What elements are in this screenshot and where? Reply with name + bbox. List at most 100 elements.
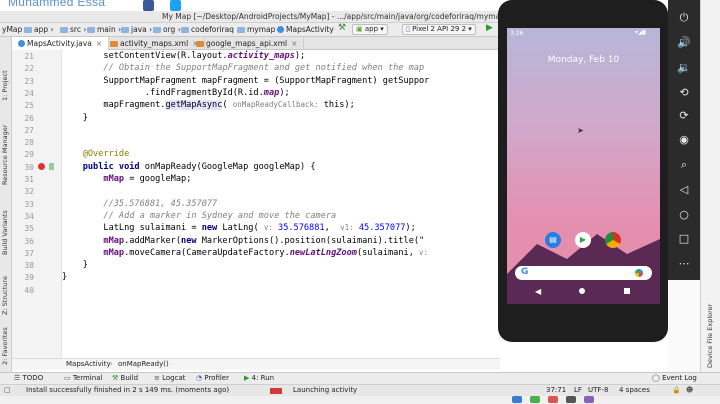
code-line: //35.576881, 45.357077 bbox=[62, 198, 218, 209]
chrome-icon[interactable] bbox=[605, 232, 621, 248]
line-number: 25 bbox=[24, 101, 34, 111]
tab-google-maps-api[interactable]: google_maps_api.xml × bbox=[190, 37, 305, 50]
line-number: 22 bbox=[24, 64, 34, 74]
facebook-icon bbox=[143, 0, 154, 11]
override-marker-icon[interactable] bbox=[38, 163, 45, 170]
line-number: 40 bbox=[24, 285, 34, 295]
lock-icon[interactable]: 🔒 bbox=[672, 386, 681, 394]
emulator-gap bbox=[668, 280, 700, 372]
code-line: } bbox=[62, 112, 88, 123]
home-icon[interactable]: ○ bbox=[676, 207, 692, 223]
volume-down-icon[interactable]: 🔉 bbox=[676, 60, 692, 76]
taskbar bbox=[0, 396, 720, 404]
profiler-tab[interactable]: ◔ Profiler bbox=[196, 374, 229, 382]
code-line: mapFragment.getMapAsync( onMapReadyCallb… bbox=[62, 100, 355, 111]
terminal-tab[interactable]: ▭ Terminal bbox=[64, 374, 102, 382]
event-log-tab[interactable]: ◯ Event Log bbox=[652, 374, 697, 382]
line-separator[interactable]: LF bbox=[574, 386, 582, 394]
folder-icon bbox=[60, 27, 68, 33]
folder-icon bbox=[153, 27, 161, 33]
class-icon bbox=[277, 26, 284, 33]
status-square-icon[interactable]: ▢ bbox=[4, 386, 11, 394]
overview-icon[interactable]: □ bbox=[676, 231, 692, 247]
messages-icon[interactable]: ▤ bbox=[545, 232, 561, 248]
code-line: // Obtain the SupportMapFragment and get… bbox=[62, 63, 425, 74]
inspector-icon[interactable]: ☻ bbox=[686, 386, 693, 394]
camera-icon[interactable]: ◉ bbox=[676, 132, 692, 148]
code-line: mMap.moveCamera(CameraUpdateFactory.newL… bbox=[103, 247, 429, 258]
line-number: 38 bbox=[24, 261, 34, 271]
structure-tab[interactable]: Z: Structure bbox=[1, 276, 9, 315]
zoom-icon[interactable]: ⌕ bbox=[676, 157, 692, 173]
phone-search-bar[interactable]: G bbox=[515, 266, 652, 280]
power-icon[interactable]: ⏻ bbox=[676, 10, 692, 26]
line-number: 35 bbox=[24, 224, 34, 234]
favorites-tab[interactable]: 2: Favorites bbox=[1, 327, 9, 365]
run-icon[interactable]: ▶ bbox=[486, 23, 493, 33]
breadcrumb-java[interactable]: java › bbox=[121, 25, 152, 34]
device-select[interactable]: ▯ Pixel 2 API 29 2 ▾ bbox=[402, 24, 476, 35]
breadcrumb-main[interactable]: main › bbox=[87, 25, 121, 34]
tab-mapsactivity[interactable]: MapsActivity.java × bbox=[12, 37, 110, 50]
logcat-tab[interactable]: ≡ Logcat bbox=[154, 374, 185, 382]
breadcrumb-org[interactable]: org › bbox=[153, 25, 181, 34]
status-launching: Launching activity bbox=[293, 386, 358, 394]
close-icon[interactable]: × bbox=[96, 39, 102, 48]
code-line: public void onMapReady(GoogleMap googleM… bbox=[62, 161, 316, 172]
folder-icon bbox=[181, 27, 189, 33]
line-number: 21 bbox=[24, 52, 34, 61]
line-number: 32 bbox=[24, 187, 34, 197]
home-nav-icon[interactable] bbox=[579, 288, 585, 294]
assistant-icon[interactable] bbox=[635, 269, 643, 277]
run-config-select[interactable]: ▣ app ▾ bbox=[352, 24, 388, 35]
breadcrumb-mapsactivity[interactable]: MapsActivity bbox=[277, 25, 334, 34]
back-icon[interactable]: ◁ bbox=[676, 182, 692, 198]
code-line: LatLng sulaimani = new LatLng( v: 35.576… bbox=[62, 223, 416, 234]
line-number: 23 bbox=[24, 76, 34, 86]
code-line: setContentView(R.layout.activity_maps); bbox=[62, 51, 306, 61]
caret-position[interactable]: 37:71 bbox=[546, 386, 566, 394]
line-number: 39 bbox=[24, 273, 34, 283]
breadcrumb-class[interactable]: MapsActivity bbox=[66, 360, 111, 368]
folder-icon bbox=[121, 27, 129, 33]
breadcrumb-src[interactable]: src › bbox=[60, 25, 86, 34]
line-number: 28 bbox=[24, 138, 34, 148]
rotate-left-icon[interactable]: ⟲ bbox=[676, 85, 692, 101]
breadcrumb-codeforiraq[interactable]: codeforiraq › bbox=[181, 25, 239, 34]
volume-up-icon[interactable]: 🔊 bbox=[676, 35, 692, 51]
taskbar-app-icon[interactable] bbox=[548, 396, 558, 403]
rotate-right-icon[interactable]: ⟳ bbox=[676, 108, 692, 124]
breadcrumb-method[interactable]: onMapReady() bbox=[118, 360, 169, 368]
taskbar-app-icon[interactable] bbox=[530, 396, 540, 403]
close-icon[interactable]: × bbox=[291, 39, 297, 48]
todo-tab[interactable]: ☰ TODO bbox=[14, 374, 43, 382]
breadcrumb-app[interactable]: app › bbox=[24, 25, 54, 34]
line-number: 29 bbox=[24, 150, 34, 160]
navigation-bar: yMap › app › src › main › java › org › c… bbox=[0, 23, 500, 37]
code-editor[interactable]: setContentView(R.layout.activity_maps); … bbox=[62, 50, 500, 358]
run-tab[interactable]: ▶ 4: Run bbox=[244, 374, 274, 382]
taskbar-app-icon[interactable] bbox=[512, 396, 522, 403]
phone-screen[interactable]: 3:26 ▾◢▮ Monday, Feb 10 ▤ ▶ G ◀ ➤ bbox=[507, 28, 660, 304]
more-icon[interactable]: ⋯ bbox=[676, 256, 692, 272]
fold-marker-icon[interactable] bbox=[49, 163, 54, 170]
device-file-explorer-tab[interactable]: Device File Explorer bbox=[706, 304, 714, 368]
taskbar-app-icon[interactable] bbox=[566, 396, 576, 403]
phone-time: 3:26 bbox=[510, 30, 524, 37]
file-encoding[interactable]: UTF-8 bbox=[588, 386, 608, 394]
recents-nav-icon[interactable] bbox=[624, 288, 630, 294]
progress-bar-icon bbox=[270, 388, 282, 394]
taskbar-app-icon[interactable] bbox=[584, 396, 594, 403]
resource-manager-tab[interactable]: Resource Manager bbox=[1, 125, 9, 185]
play-store-icon[interactable]: ▶ bbox=[575, 232, 591, 248]
build-tab[interactable]: ⚒ Build bbox=[112, 374, 138, 382]
indent-setting[interactable]: 4 spaces bbox=[619, 386, 650, 394]
back-nav-icon[interactable]: ◀ bbox=[535, 287, 541, 296]
build-variants-tab[interactable]: Build Variants bbox=[1, 210, 9, 255]
folder-icon bbox=[87, 27, 95, 33]
phone-status-icons: ▾◢▮ bbox=[635, 29, 646, 36]
breadcrumb-mymap[interactable]: mymap › bbox=[237, 25, 281, 34]
hammer-icon[interactable]: ⚒ bbox=[338, 23, 346, 33]
project-tab[interactable]: 1: Project bbox=[1, 70, 9, 101]
left-tool-bar: 1: Project Resource Manager Build Varian… bbox=[0, 37, 12, 372]
